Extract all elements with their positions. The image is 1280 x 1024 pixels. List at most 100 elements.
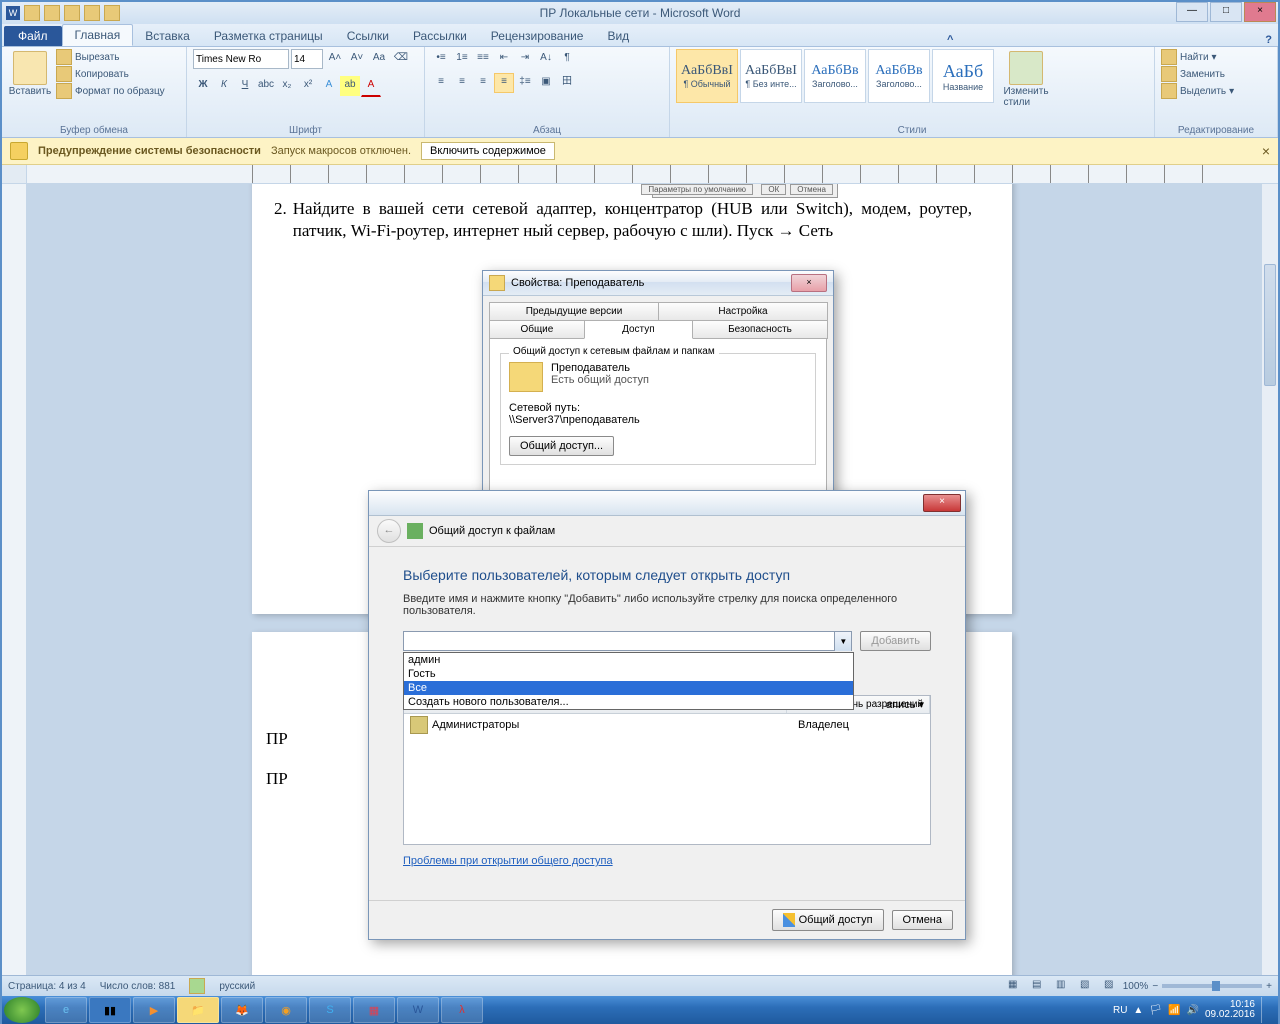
tab-customize[interactable]: Настройка xyxy=(658,302,828,321)
dialog-close-button[interactable]: × xyxy=(791,274,827,292)
dropdown-arrow-icon[interactable]: ▼ xyxy=(834,632,851,651)
tab-general[interactable]: Общие xyxy=(489,320,585,339)
tab-home[interactable]: Главная xyxy=(62,24,134,46)
taskbar-media-player[interactable]: ▶ xyxy=(133,997,175,1023)
style-heading2[interactable]: АаБбВвЗаголово... xyxy=(868,49,930,103)
horizontal-ruler[interactable] xyxy=(2,165,1278,184)
format-painter-button[interactable]: Формат по образцу xyxy=(56,83,165,99)
superscript-button[interactable]: x² xyxy=(298,76,318,96)
grow-font-icon[interactable]: A˄ xyxy=(325,49,345,69)
taskbar-firefox[interactable]: 🦊 xyxy=(221,997,263,1023)
change-case-icon[interactable]: Aa xyxy=(369,49,389,69)
align-center-icon[interactable]: ≡ xyxy=(452,73,472,93)
clock[interactable]: 10:16 09.02.2016 xyxy=(1205,1000,1255,1020)
tray-icon[interactable]: 🏳 xyxy=(1149,1005,1162,1016)
subscript-button[interactable]: x₂ xyxy=(277,76,297,96)
select-button[interactable]: Выделить ▾ xyxy=(1161,83,1234,99)
borders-icon[interactable]: 田 xyxy=(557,73,577,93)
dialog-titlebar[interactable]: × xyxy=(369,491,965,516)
tab-mailings[interactable]: Рассылки xyxy=(401,26,479,46)
scroll-thumb[interactable] xyxy=(1264,264,1276,386)
save-icon[interactable] xyxy=(24,5,40,21)
view-draft-icon[interactable]: ▨ xyxy=(1099,976,1119,996)
user-combo[interactable]: ▼ админ Гость Все Создать нового пользов… xyxy=(403,631,852,651)
qat-icon[interactable] xyxy=(104,5,120,21)
redo-icon[interactable] xyxy=(64,5,80,21)
font-color-icon[interactable]: A xyxy=(361,76,381,97)
dropdown-item[interactable]: Создать нового пользователя... xyxy=(404,695,853,709)
view-outline-icon[interactable]: ▧ xyxy=(1075,976,1095,996)
vertical-scrollbar[interactable] xyxy=(1261,184,1278,976)
tab-sharing[interactable]: Доступ xyxy=(584,320,693,339)
taskbar-explorer[interactable]: 📁 xyxy=(177,997,219,1023)
strike-button[interactable]: abc xyxy=(256,76,276,96)
maximize-button[interactable]: □ xyxy=(1210,2,1242,22)
view-full-screen-icon[interactable]: ▤ xyxy=(1027,976,1047,996)
sort-icon[interactable]: A↓ xyxy=(536,49,556,69)
start-button[interactable] xyxy=(4,997,40,1023)
bullets-icon[interactable]: •≡ xyxy=(431,49,451,69)
tab-insert[interactable]: Вставка xyxy=(133,26,202,46)
network-icon[interactable]: 📶 xyxy=(1168,1005,1180,1016)
line-spacing-icon[interactable]: ‡≡ xyxy=(515,73,535,93)
copy-button[interactable]: Копировать xyxy=(56,66,165,82)
security-close-icon[interactable]: × xyxy=(1262,143,1270,159)
word-count[interactable]: Число слов: 881 xyxy=(100,981,176,992)
dropdown-item-selected[interactable]: Все xyxy=(404,681,853,695)
troubleshoot-link[interactable]: Проблемы при открытии общего доступа xyxy=(403,855,613,867)
dropdown-item[interactable]: Гость xyxy=(404,667,853,681)
list-item[interactable]: Администраторы апись ▾ Владелец xyxy=(404,714,930,736)
minimize-button[interactable]: — xyxy=(1176,2,1208,22)
multilevel-icon[interactable]: ≡≡ xyxy=(473,49,493,69)
view-web-icon[interactable]: ▥ xyxy=(1051,976,1071,996)
show-desktop-button[interactable] xyxy=(1261,997,1270,1023)
font-size-input[interactable] xyxy=(291,49,323,69)
ribbon-minimize-icon[interactable]: ^ xyxy=(947,34,953,46)
back-button[interactable]: ← xyxy=(377,519,401,543)
font-name-input[interactable] xyxy=(193,49,289,69)
italic-button[interactable]: К xyxy=(214,76,234,96)
tab-previous-versions[interactable]: Предыдущие версии xyxy=(489,302,659,321)
tab-security[interactable]: Безопасность xyxy=(692,320,828,339)
spell-check-icon[interactable] xyxy=(189,978,205,994)
share-button[interactable]: Общий доступ... xyxy=(509,436,614,456)
style-normal[interactable]: АаБбВвІ¶ Обычный xyxy=(676,49,738,103)
tab-page-layout[interactable]: Разметка страницы xyxy=(202,26,335,46)
style-title[interactable]: АаБбНазвание xyxy=(932,49,994,103)
view-print-layout-icon[interactable]: ▦ xyxy=(1003,976,1023,996)
file-tab[interactable]: Файл xyxy=(4,26,62,46)
find-button[interactable]: Найти ▾ xyxy=(1161,49,1234,65)
enable-content-button[interactable]: Включить содержимое xyxy=(421,142,555,160)
decrease-indent-icon[interactable]: ⇤ xyxy=(494,49,514,69)
user-input[interactable] xyxy=(403,631,852,651)
numbering-icon[interactable]: 1≡ xyxy=(452,49,472,69)
share-button[interactable]: Общий доступ xyxy=(772,909,884,931)
qat-icon[interactable] xyxy=(84,5,100,21)
tab-review[interactable]: Рецензирование xyxy=(479,26,596,46)
tray-icon[interactable]: ▲ xyxy=(1133,1005,1143,1016)
taskbar-word[interactable]: W xyxy=(397,997,439,1023)
replace-button[interactable]: Заменить xyxy=(1161,66,1234,82)
shading-icon[interactable]: ▣ xyxy=(536,73,556,93)
paste-button[interactable]: Вставить xyxy=(8,49,52,97)
zoom-in-button[interactable]: + xyxy=(1266,981,1272,992)
dialog-close-button[interactable]: × xyxy=(923,494,961,512)
justify-icon[interactable]: ≡ xyxy=(494,73,514,93)
language-indicator[interactable]: RU xyxy=(1113,1005,1127,1016)
text-effect-icon[interactable]: A xyxy=(319,76,339,96)
volume-icon[interactable]: 🔊 xyxy=(1186,1005,1198,1016)
zoom-level[interactable]: 100% xyxy=(1123,981,1149,992)
clear-format-icon[interactable]: ⌫ xyxy=(391,49,411,69)
paragraph-text[interactable]: Найдите в вашей сети сетевой адаптер, ко… xyxy=(293,198,972,242)
close-button[interactable]: × xyxy=(1244,2,1276,22)
align-right-icon[interactable]: ≡ xyxy=(473,73,493,93)
underline-button[interactable]: Ч xyxy=(235,76,255,96)
taskbar-skype[interactable]: S xyxy=(309,997,351,1023)
zoom-slider[interactable] xyxy=(1162,984,1262,988)
tab-references[interactable]: Ссылки xyxy=(335,26,401,46)
zoom-out-button[interactable]: − xyxy=(1152,981,1158,992)
vertical-ruler[interactable] xyxy=(2,184,27,976)
help-icon[interactable]: ? xyxy=(1265,34,1272,46)
language-indicator[interactable]: русский xyxy=(219,981,255,992)
taskbar-app[interactable]: ▦ xyxy=(353,997,395,1023)
